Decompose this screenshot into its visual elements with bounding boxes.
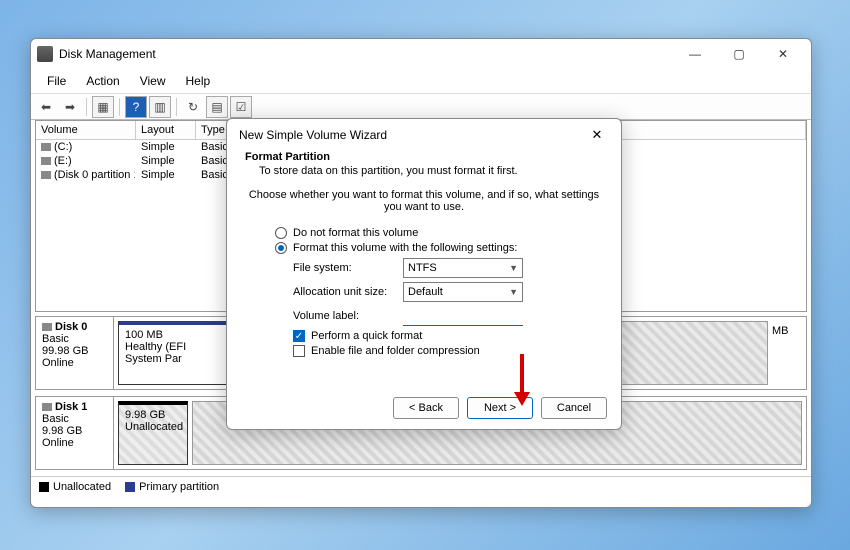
checkbox-compression[interactable] [293, 345, 305, 357]
app-icon [37, 46, 53, 62]
drive-icon [41, 143, 51, 151]
checkbox-compression-label: Enable file and folder compression [311, 345, 480, 357]
menu-view[interactable]: View [130, 71, 176, 91]
cancel-button[interactable]: Cancel [541, 397, 607, 419]
list-icon[interactable]: ▥ [149, 96, 171, 118]
checkbox-quick-format-label: Perform a quick format [311, 330, 422, 342]
radio-do-not-format[interactable] [275, 227, 287, 239]
file-system-label: File system: [293, 262, 403, 274]
disk-icon [42, 403, 52, 411]
chevron-down-icon: ▼ [509, 287, 518, 297]
drive-icon [41, 157, 51, 165]
disk-label: Disk 1 Basic 9.98 GB Online [36, 397, 114, 469]
disk-label: Disk 0 Basic 99.98 GB Online [36, 317, 114, 389]
minimize-button[interactable]: — [673, 40, 717, 68]
drive-icon [41, 171, 51, 179]
partition-tail: MB [768, 321, 802, 385]
dialog-instruction: Choose whether you want to format this v… [245, 189, 603, 213]
help-icon[interactable]: ? [125, 96, 147, 118]
col-volume[interactable]: Volume [36, 121, 136, 139]
dialog-title: New Simple Volume Wizard [239, 128, 585, 142]
check-icon[interactable]: ☑ [230, 96, 252, 118]
partition-box[interactable]: 9.98 GB Unallocated [118, 401, 188, 465]
toolbar: ⬅ ➡ ▦ ? ▥ ↻ ▤ ☑ [31, 94, 811, 120]
grid-icon[interactable]: ▤ [206, 96, 228, 118]
maximize-button[interactable]: ▢ [717, 40, 761, 68]
new-simple-volume-wizard-dialog: New Simple Volume Wizard ✕ Format Partit… [226, 118, 622, 430]
table-icon[interactable]: ▦ [92, 96, 114, 118]
checkbox-quick-format[interactable]: ✓ [293, 330, 305, 342]
radio-format-label: Format this volume with the following se… [293, 242, 517, 254]
dialog-heading: Format Partition [245, 151, 603, 163]
menu-file[interactable]: File [37, 71, 76, 91]
volume-label-label: Volume label: [293, 310, 403, 322]
file-system-select[interactable]: NTFS ▼ [403, 258, 523, 278]
col-layout[interactable]: Layout [136, 121, 196, 139]
menubar: File Action View Help [31, 69, 811, 94]
legend-swatch-unallocated [39, 482, 49, 492]
back-button[interactable]: < Back [393, 397, 459, 419]
close-icon[interactable]: ✕ [585, 127, 609, 143]
forward-icon[interactable]: ➡ [59, 96, 81, 118]
allocation-size-label: Allocation unit size: [293, 286, 403, 298]
radio-do-not-format-label: Do not format this volume [293, 227, 418, 239]
dialog-subheading: To store data on this partition, you mus… [259, 165, 603, 177]
legend: Unallocated Primary partition [31, 476, 811, 497]
disk-icon [42, 323, 52, 331]
window-title: Disk Management [59, 47, 673, 61]
back-icon[interactable]: ⬅ [35, 96, 57, 118]
legend-swatch-primary [125, 482, 135, 492]
radio-format[interactable] [275, 242, 287, 254]
dialog-titlebar[interactable]: New Simple Volume Wizard ✕ [227, 119, 621, 147]
partition-box[interactable]: 100 MB Healthy (EFI System Par [118, 321, 228, 385]
chevron-down-icon: ▼ [509, 263, 518, 273]
close-button[interactable]: ✕ [761, 40, 805, 68]
menu-action[interactable]: Action [76, 71, 129, 91]
next-button[interactable]: Next > [467, 397, 533, 419]
refresh-icon[interactable]: ↻ [182, 96, 204, 118]
menu-help[interactable]: Help [176, 71, 221, 91]
volume-label-input[interactable] [403, 306, 523, 326]
titlebar[interactable]: Disk Management — ▢ ✕ [31, 39, 811, 69]
allocation-size-select[interactable]: Default ▼ [403, 282, 523, 302]
